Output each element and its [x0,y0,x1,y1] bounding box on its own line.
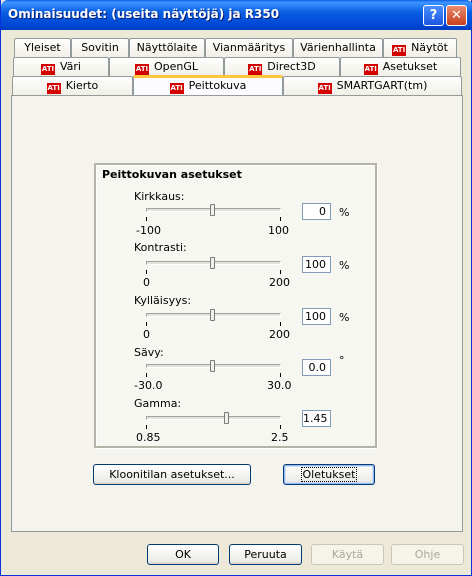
tab-smartgart[interactable]: ATI SMARTGART(tm) [283,76,462,95]
tick-mark [280,270,281,274]
tab-label: Kierto [65,79,99,92]
saturation-min: 0 [143,328,150,341]
brightness-slider-thumb[interactable] [210,204,215,216]
tick-mark [280,322,281,326]
tab-peittokuva[interactable]: ATI Peittokuva [133,75,283,95]
tab-label: Direct3D [267,60,316,73]
ok-label: OK [175,548,191,561]
ati-logo-icon: ATI [248,64,263,75]
tab-label: Näyttölaite [136,41,198,54]
contrast-max: 200 [269,276,290,289]
contrast-label: Kontrasti: [134,241,187,254]
tab-asetukset[interactable]: ATI Asetukset [340,57,461,76]
tab-vianmaaritys[interactable]: Vianmääritys [205,38,293,57]
tick-mark [146,217,147,221]
tick-mark [146,373,147,377]
tab-varienhallinta[interactable]: Värienhallinta [293,38,383,57]
brightness-unit: % [339,206,350,219]
tick-mark [146,322,147,326]
gamma-min: 0.85 [136,431,161,444]
tab-label: Vianmääritys [212,41,286,54]
cancel-label: Peruuta [244,548,287,561]
defaults-button[interactable]: Oletukset [283,464,375,485]
apply-label: Käytä [331,548,364,561]
brightness-label: Kirkkaus: [134,190,185,203]
brightness-min: -100 [136,224,161,237]
tab-vari[interactable]: ATI Väri [13,57,109,76]
ok-button[interactable]: OK [147,544,219,565]
hue-min: -30.0 [134,379,163,392]
close-button[interactable]: ✕ [446,5,467,26]
tab-label: Peittokuva [188,79,247,92]
help-label: Ohje [414,548,441,561]
gamma-track[interactable] [146,416,281,420]
ati-logo-icon: ATI [169,83,184,94]
brightness-max: 100 [268,224,289,237]
gamma-max: 2.5 [271,431,289,444]
tab-label: Yleiset [24,41,61,54]
tab-yleiset[interactable]: Yleiset [14,38,71,57]
help-title-button[interactable]: ? [423,5,444,26]
tab-label: OpenGL [153,60,199,73]
brightness-value-field[interactable]: 0 [302,203,331,220]
tab-label: Väri [60,60,81,73]
gamma-value-field[interactable]: 1.45 [302,410,331,427]
tab-label: Näytöt [411,41,448,54]
tab-label: Asetukset [382,60,438,73]
ati-logo-icon: ATI [317,83,332,94]
tab-kierto[interactable]: ATI Kierto [12,76,133,95]
tick-mark [146,270,147,274]
ati-logo-icon: ATI [46,83,61,94]
properties-dialog: Ominaisuudet: (useita näyttöjä) ja R350 … [0,0,472,576]
hue-value-field[interactable]: 0.0 [302,359,331,376]
help-button[interactable]: Ohje [391,544,464,565]
tick-mark [280,425,281,429]
hue-max: 30.0 [267,379,292,392]
tick-mark [280,217,281,221]
contrast-slider-thumb[interactable] [210,257,215,269]
contrast-min: 0 [143,276,150,289]
hue-unit: ° [339,354,345,367]
saturation-label: Kylläisyys: [134,294,192,307]
hue-slider-thumb[interactable] [210,360,215,372]
tab-nayttolaite[interactable]: Näyttölaite [129,38,205,57]
clone-settings-button[interactable]: Kloonitilan asetukset... [93,464,251,485]
tab-naytot[interactable]: ATI Näytöt [383,38,457,57]
apply-button[interactable]: Käytä [311,544,384,565]
saturation-value-field[interactable]: 100 [302,308,331,325]
gamma-label: Gamma: [134,397,182,410]
ati-logo-icon: ATI [41,64,55,75]
group-title: Peittokuvan asetukset [102,168,242,181]
tick-mark [280,373,281,377]
contrast-value-field[interactable]: 100 [302,256,331,273]
defaults-label: Oletukset [300,467,358,482]
saturation-max: 200 [269,328,290,341]
ati-logo-icon: ATI [134,64,149,75]
gamma-slider-thumb[interactable] [224,412,229,424]
tab-label: SMARTGART(tm) [336,79,428,92]
saturation-unit: % [339,311,350,324]
title-bar[interactable]: Ominaisuudet: (useita näyttöjä) ja R350 … [1,0,472,30]
tab-direct3d[interactable]: ATI Direct3D [224,57,340,76]
window-title: Ominaisuudet: (useita näyttöjä) ja R350 [8,7,280,21]
tab-label: Sovitin [81,41,119,54]
tick-mark [146,425,147,429]
ati-logo-icon: ATI [392,45,407,56]
tab-label: Värienhallinta [300,41,376,54]
hue-label: Sävy: [134,346,164,359]
tab-sovitin[interactable]: Sovitin [71,38,129,57]
saturation-slider-thumb[interactable] [210,309,215,321]
tab-opengl[interactable]: ATI OpenGL [109,57,224,76]
clone-settings-label: Kloonitilan asetukset... [109,468,235,481]
contrast-unit: % [339,259,350,272]
cancel-button[interactable]: Peruuta [229,544,302,565]
ati-logo-icon: ATI [363,64,378,75]
